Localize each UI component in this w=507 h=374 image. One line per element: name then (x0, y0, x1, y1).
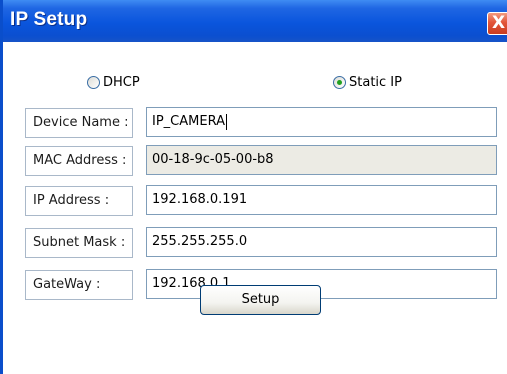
ip-address-input[interactable]: 192.168.0.191 (146, 185, 497, 215)
dhcp-radio-icon[interactable] (87, 76, 100, 89)
ip-setup-window: IP Setup X DHCP Static IP Device Name : … (0, 0, 507, 374)
text-caret (225, 113, 227, 130)
static-ip-radio[interactable]: Static IP (333, 75, 402, 90)
mac-address-label: MAC Address : (25, 146, 133, 176)
window-title: IP Setup (10, 9, 88, 30)
dhcp-radio[interactable]: DHCP (87, 75, 140, 90)
device-name-label: Device Name : (25, 108, 133, 138)
gateway-input[interactable]: 192.168.0.1 (146, 269, 497, 299)
static-ip-radio-icon[interactable] (333, 76, 346, 89)
subnet-mask-input[interactable]: 255.255.255.0 (146, 227, 497, 257)
static-ip-radio-label: Static IP (349, 75, 402, 90)
device-name-value: IP_CAMERA (152, 114, 225, 129)
dhcp-radio-label: DHCP (103, 75, 140, 90)
title-bar[interactable]: IP Setup X (3, 0, 507, 42)
ip-address-label: IP Address : (25, 186, 133, 216)
close-button[interactable]: X (487, 12, 507, 35)
subnet-mask-label: Subnet Mask : (25, 228, 133, 258)
radio-selected-dot (337, 80, 342, 85)
mac-address-field: 00-18-9c-05-00-b8 (146, 145, 497, 175)
device-name-input[interactable]: IP_CAMERA (146, 107, 497, 137)
setup-button[interactable]: Setup (200, 285, 321, 315)
gateway-label: GateWay : (25, 270, 133, 300)
close-icon: X (491, 13, 506, 33)
dialog-body: DHCP Static IP Device Name : IP_CAMERA M… (3, 42, 507, 374)
